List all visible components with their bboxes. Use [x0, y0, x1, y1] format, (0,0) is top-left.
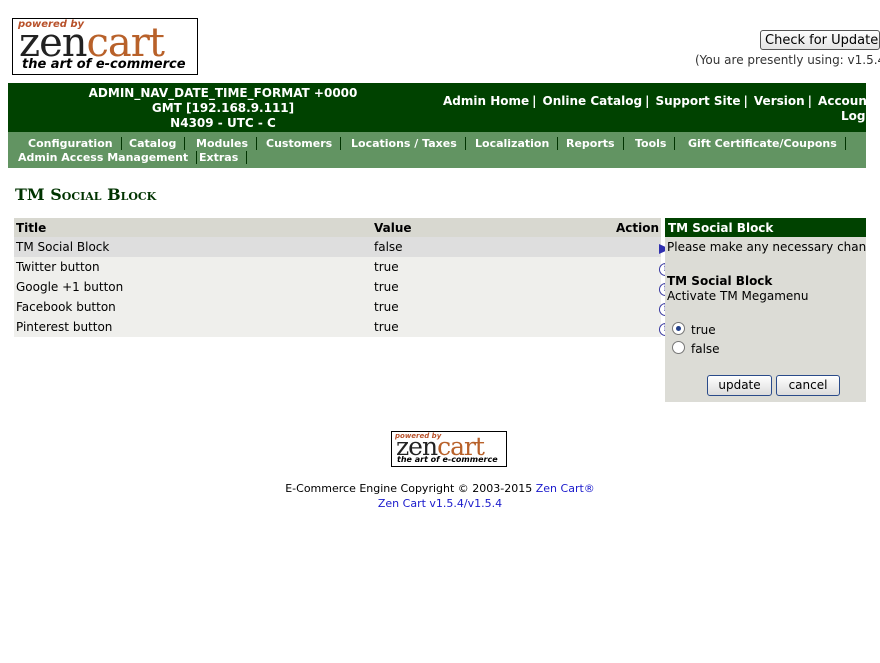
page-title: TM Social Block [15, 185, 157, 204]
table-row[interactable]: Twitter button true i [14, 257, 672, 277]
menu-customers[interactable]: Customers [266, 137, 342, 150]
column-action-header: Action [615, 221, 659, 235]
table-row[interactable]: Google +1 button true i [14, 277, 672, 297]
header-links: Admin Home | Online Catalog | Support Site | V… [443, 94, 873, 108]
column-title-header: Title [16, 221, 47, 235]
row-title: Google +1 button [16, 280, 124, 294]
menu-locations-taxes[interactable]: Locations / Taxes [351, 137, 466, 150]
admin-header-bar: ADMIN_NAV_DATE_TIME_FORMAT +0000 GMT [19… [8, 83, 880, 132]
menu-localization[interactable]: Localization [475, 137, 559, 150]
admin-home-link[interactable]: Admin Home [443, 94, 529, 108]
column-value-header: Value [374, 221, 412, 235]
menu-admin-access-management[interactable]: Admin Access Management [18, 151, 198, 164]
setting-title: TM Social Block [667, 274, 773, 288]
menu-gift-certificate-coupons[interactable]: Gift Certificate/Coupons [688, 137, 846, 150]
table-row[interactable]: Facebook button true i [14, 297, 672, 317]
edit-instructions: Please make any necessary changes [667, 240, 866, 254]
footer-logo-tagline: the art of e-commerce [397, 455, 498, 464]
admin-menu-bar: Configuration Catalog Modules Customers … [8, 132, 866, 168]
radio-false[interactable] [672, 341, 685, 354]
edit-box-heading: TM Social Block [665, 218, 866, 237]
edit-setting-box: TM Social Block Please make any necessar… [665, 218, 866, 402]
menu-modules[interactable]: Modules [196, 137, 257, 150]
row-value: true [374, 320, 399, 334]
configuration-table: Title Value Action TM Social Block false… [14, 218, 672, 337]
table-row[interactable]: Pinterest button true i [14, 317, 672, 337]
menu-configuration[interactable]: Configuration [28, 137, 122, 150]
menu-catalog[interactable]: Catalog [129, 137, 186, 150]
row-title: Twitter button [16, 260, 100, 274]
radio-false-label: false [691, 342, 720, 356]
menu-tools[interactable]: Tools [635, 137, 676, 150]
menu-reports[interactable]: Reports [566, 137, 624, 150]
row-title: Facebook button [16, 300, 116, 314]
support-site-link[interactable]: Support Site [655, 94, 740, 108]
row-value: false [374, 240, 403, 254]
online-catalog-link[interactable]: Online Catalog [543, 94, 643, 108]
setting-description: Activate TM Megamenu [667, 289, 809, 303]
current-version-text: (You are presently using: v1.5.4) [695, 53, 880, 67]
row-value: true [374, 280, 399, 294]
cancel-button[interactable]: cancel [776, 375, 840, 396]
copyright-text: E-Commerce Engine Copyright © 2003-2015 [285, 482, 533, 495]
footer-zen-cart-logo[interactable]: powered by zencart the art of e-commerce [391, 431, 507, 467]
radio-true[interactable] [672, 322, 685, 335]
admin-datetime: ADMIN_NAV_DATE_TIME_FORMAT +0000 GMT [19… [88, 86, 358, 130]
account-link[interactable]: Account [818, 94, 873, 108]
row-title: Pinterest button [16, 320, 113, 334]
version-line: Zen Cart v1.5.4/v1.5.4 [0, 497, 880, 510]
table-header: Title Value Action [14, 218, 661, 237]
table-row[interactable]: TM Social Block false [14, 237, 670, 257]
zen-cart-link[interactable]: Zen Cart® [536, 482, 595, 495]
zen-cart-version-link[interactable]: Zen Cart v1.5.4/v1.5.4 [378, 497, 502, 510]
update-button[interactable]: update [707, 375, 772, 396]
zen-cart-logo[interactable]: powered by zencart the art of e-commerce [12, 18, 198, 75]
check-for-updates-button[interactable]: Check for Updates [760, 30, 880, 50]
radio-true-label: true [691, 323, 716, 337]
logo-tagline: the art of e-commerce [22, 57, 186, 72]
menu-extras[interactable]: Extras [199, 151, 248, 164]
logoff-link[interactable]: Logoff [841, 109, 880, 123]
copyright-line: E-Commerce Engine Copyright © 2003-2015 … [0, 482, 880, 495]
row-value: true [374, 260, 399, 274]
version-link[interactable]: Version [754, 94, 805, 108]
row-title: TM Social Block [16, 240, 110, 254]
row-value: true [374, 300, 399, 314]
